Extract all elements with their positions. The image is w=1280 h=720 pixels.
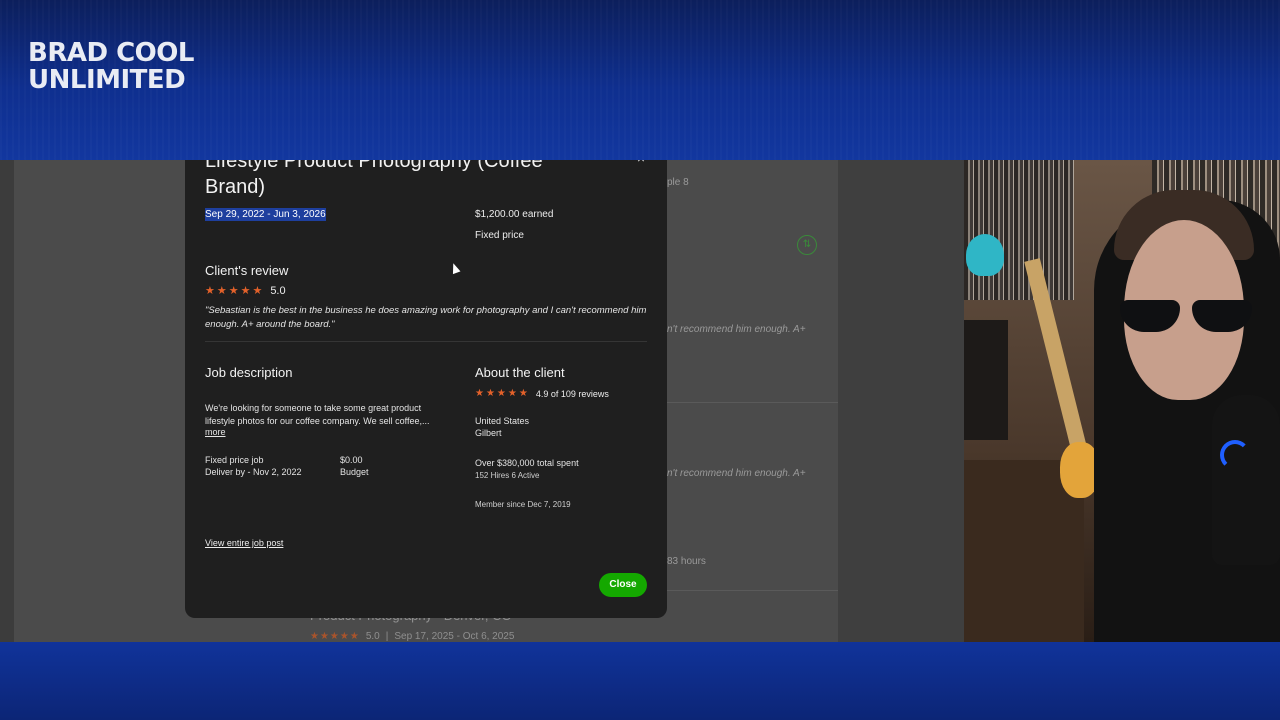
view-job-post-link[interactable]: View entire job post <box>205 538 283 548</box>
cassette-shelf <box>964 160 1074 300</box>
client-total-spent: Over $380,000 total spent <box>475 458 579 468</box>
review-text: "Sebastian is the best in the business h… <box>205 305 647 330</box>
refresh-icon[interactable]: ⇅ <box>797 235 817 255</box>
star-rating-icon: ★★★★★ <box>310 631 360 642</box>
screen-capture: ple 8 ⇅ n't recommend him enough. A+ n't… <box>0 160 964 642</box>
more-link[interactable]: more <box>205 427 226 437</box>
background-review-snippet: n't recommend him enough. A+ <box>667 324 806 335</box>
background-job-meta: ★★★★★ 5.0 | Sep 17, 2025 - Oct 6, 2025 <box>310 631 514 642</box>
client-review-heading: Client's review <box>205 263 289 278</box>
client-rating: ★★★★★ 4.9 of 109 reviews <box>475 388 609 399</box>
background-dates: Sep 17, 2025 - Oct 6, 2025 <box>394 631 515 642</box>
deliver-by: Deliver by - Nov 2, 2022 <box>205 467 302 477</box>
mouse-cursor-icon <box>449 261 461 275</box>
job-description-text: We're looking for someone to take some g… <box>205 403 430 426</box>
review-score: 5.0 <box>270 284 286 297</box>
job-description-heading: Job description <box>205 365 293 380</box>
client-country: United States <box>475 416 530 426</box>
review-rating: ★★★★★ 5.0 <box>205 284 286 298</box>
job-date-range: Sep 29, 2022 - Jun 3, 2026 <box>205 208 326 221</box>
close-icon[interactable]: × <box>637 160 645 166</box>
close-button[interactable]: Close <box>599 573 647 597</box>
background-review-snippet: n't recommend him enough. A+ <box>667 468 806 479</box>
separator: | <box>385 631 389 642</box>
plush-toy <box>966 234 1004 276</box>
price-type: Fixed price <box>475 230 524 241</box>
job-title: Lifestyle Product Photography (Coffee Br… <box>205 160 543 198</box>
client-reviews: 4.9 of 109 reviews <box>535 388 609 399</box>
job-type: Fixed price job <box>205 455 264 465</box>
star-rating-icon: ★★★★★ <box>475 388 530 399</box>
background-text: ple 8 <box>667 177 689 188</box>
star-rating-icon: ★★★★★ <box>205 285 265 297</box>
job-details-modal: × Lifestyle Product Photography (Coffee … <box>185 160 667 618</box>
about-client-heading: About the client <box>475 365 565 380</box>
client-city: Gilbert <box>475 428 502 438</box>
client-hires: 152 Hires 6 Active <box>475 471 540 480</box>
microphone <box>1212 395 1280 565</box>
background-hours: 83 hours <box>667 556 706 567</box>
sunglasses <box>1120 300 1260 334</box>
webcam-feed <box>964 160 1280 642</box>
budget-label: Budget <box>340 467 369 477</box>
earned-amount: $1,200.00 earned <box>475 209 554 220</box>
background-rating: 5.0 <box>365 631 380 642</box>
channel-logo: BRAD COOL UNLIMITED <box>28 38 194 95</box>
member-since: Member since Dec 7, 2019 <box>475 500 571 509</box>
stream-banner-bottom <box>0 642 1280 720</box>
budget-value: $0.00 <box>340 455 363 465</box>
